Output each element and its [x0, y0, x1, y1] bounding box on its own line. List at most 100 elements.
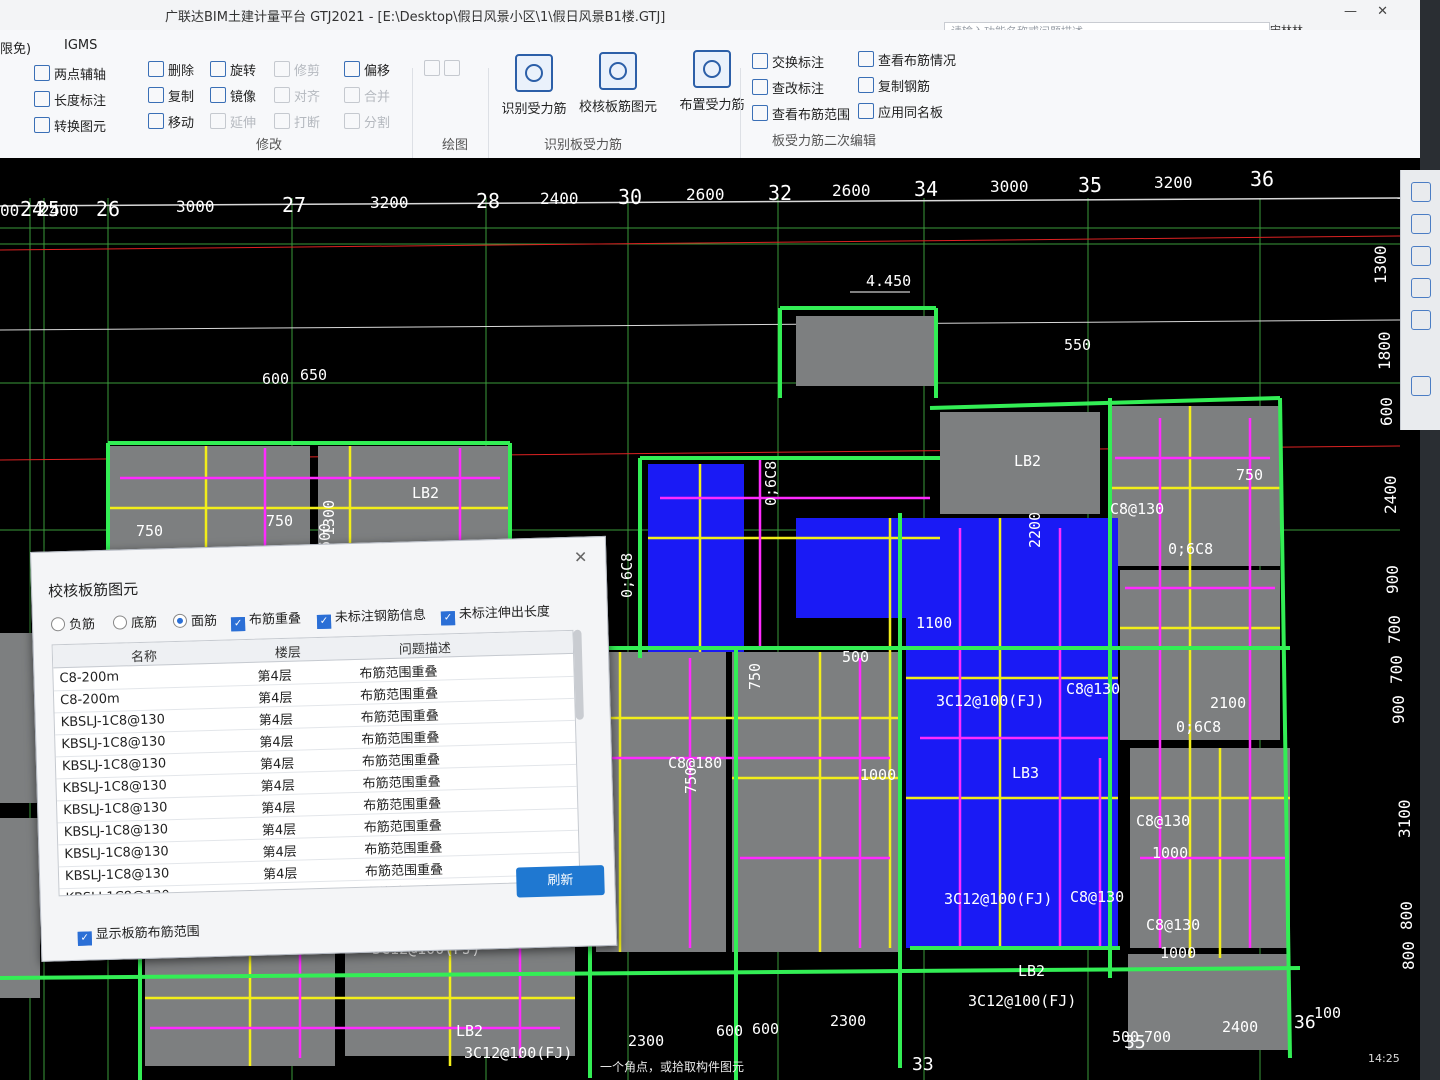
- close-icon[interactable]: ✕: [574, 547, 588, 566]
- dimension-text: 2300: [830, 1012, 866, 1030]
- swap-icon: [752, 53, 768, 69]
- cell-name: KBSLJ-1C8@130: [61, 756, 167, 775]
- rebar-label: LB2: [412, 484, 439, 502]
- view-rebar-status-button[interactable]: 查看布筋情况: [858, 50, 956, 69]
- rebar-label: 1000: [1152, 844, 1188, 862]
- rebar-label: 3C12@100(FJ): [464, 1044, 572, 1062]
- identify-rebar-button[interactable]: 识别受力筋: [498, 54, 570, 117]
- refresh-button[interactable]: 刷新: [516, 865, 605, 898]
- rebar-label: 750: [266, 512, 293, 530]
- 3d-view-icon[interactable]: [1411, 214, 1431, 234]
- extend-icon: [210, 113, 226, 129]
- mirror-button[interactable]: 镜像: [210, 86, 256, 105]
- copy-rebar-icon: [858, 77, 874, 93]
- dimension-text: 2600: [686, 185, 725, 204]
- globe-icon[interactable]: [1411, 182, 1431, 202]
- cell-name: KBSLJ-1C8@130: [63, 800, 168, 819]
- orbit-icon[interactable]: [1411, 310, 1431, 330]
- check-slab-rebar-button[interactable]: 校核板筋图元: [576, 52, 660, 115]
- rebar-label: 2200: [1026, 512, 1044, 548]
- cell-issue: 布筋范围重叠: [363, 818, 443, 836]
- rebar-label: 1100: [916, 614, 952, 632]
- cell-issue: 布筋范围重叠: [364, 840, 443, 858]
- status-prompt: 一个角点，或拾取构件图元: [600, 1060, 745, 1074]
- trim-button[interactable]: 修剪: [274, 60, 320, 79]
- apply-same-name-button[interactable]: 应用同名板: [858, 102, 943, 121]
- dimension-text: 800: [1397, 901, 1416, 930]
- dialog-title: 校核板筋图元: [47, 579, 139, 601]
- offset-button[interactable]: 偏移: [344, 60, 390, 79]
- draw-tools[interactable]: [424, 60, 464, 78]
- two-point-aux-axis-button[interactable]: 两点辅轴: [34, 64, 106, 83]
- dimension-text: 100: [1314, 1004, 1341, 1022]
- checkbox-icon: ✓: [77, 931, 93, 946]
- merge-button[interactable]: 合并: [344, 86, 390, 105]
- place-rebar-button[interactable]: 布置受力筋: [676, 50, 748, 113]
- line-icon: [444, 60, 460, 76]
- dimension-text: 2300: [628, 1032, 664, 1050]
- cell-name: C8-200m: [59, 669, 120, 687]
- axis-label: 35: [1124, 1032, 1146, 1053]
- rebar-label: 0;6C8: [1168, 540, 1213, 558]
- cell-floor: 第4层: [263, 885, 299, 897]
- cell-issue: 布筋范围重叠: [362, 774, 441, 792]
- slab-region: [732, 652, 902, 952]
- edit-annotation-button[interactable]: 查改标注: [752, 78, 824, 97]
- radio-top-rebar[interactable]: 面筋: [172, 610, 217, 630]
- cell-name: KBSLJ-1C8@130: [64, 844, 169, 863]
- swap-annotation-button[interactable]: 交换标注: [752, 52, 824, 71]
- window-controls[interactable]: — ✕: [1344, 4, 1396, 19]
- cell-floor: 第4层: [259, 756, 295, 773]
- extend-button[interactable]: 延伸: [210, 112, 256, 131]
- copy-rebar-button[interactable]: 复制钢筋: [858, 76, 930, 95]
- igms-button[interactable]: IGMS: [64, 38, 97, 53]
- dimension-text: 600: [716, 1022, 743, 1040]
- dimension-text: 2600: [832, 181, 871, 200]
- axis-label: 27: [282, 193, 306, 217]
- dimension-text: 700: [1385, 615, 1404, 644]
- rebar-label: C8@130: [1070, 888, 1124, 906]
- issue-table[interactable]: 名称 楼层 问题描述 C8-200m 第4层 布筋范围重叠 C8-200m 第4层 布筋范…: [51, 629, 581, 897]
- move-button[interactable]: 移动: [148, 112, 194, 131]
- rebar-label: C8@130: [1146, 916, 1200, 934]
- show-range-checkbox[interactable]: ✓ 显示板筋布筋范围: [77, 920, 200, 946]
- pan-icon[interactable]: [1411, 278, 1431, 298]
- cell-issue: 布筋范围重叠: [361, 752, 441, 770]
- length-dimension-button[interactable]: 长度标注: [34, 90, 106, 109]
- rebar-label: LB2: [1018, 962, 1045, 980]
- slab-region: [145, 946, 335, 1066]
- axis-label: 30: [618, 185, 642, 209]
- break-button[interactable]: 打断: [274, 112, 320, 131]
- cube-icon[interactable]: [1411, 246, 1431, 266]
- radio-selected-icon: [172, 613, 188, 629]
- split-button[interactable]: 分割: [344, 112, 390, 131]
- dimension-icon: [34, 91, 50, 107]
- scrollbar[interactable]: [573, 629, 584, 720]
- view-range-button[interactable]: 查看布筋范围: [752, 104, 850, 123]
- rebar-label: 0;6C8: [618, 553, 636, 598]
- rebar-label: 3C12@100(FJ): [944, 890, 1052, 908]
- edit-label-icon: [752, 79, 768, 95]
- checkbox-icon: ✓: [316, 614, 332, 630]
- cell-issue: 布筋范围重叠: [363, 796, 442, 814]
- point-icon: [424, 60, 440, 76]
- rotate-button[interactable]: 旋转: [210, 60, 256, 79]
- check-unlabeled-length[interactable]: ✓ 未标注伸出长度: [440, 601, 551, 626]
- radio-negative-rebar[interactable]: 负筋: [50, 613, 95, 633]
- align-button[interactable]: 对齐: [274, 86, 320, 105]
- trash-icon: [148, 61, 164, 77]
- ribbon-toolbar: 限免) IGMS 两点辅轴 长度标注 转换图元 删除 复制 移动 旋转 镜像 延…: [0, 30, 1420, 178]
- modify-group-label: 修改: [256, 138, 283, 153]
- rebar-label: 750: [746, 663, 764, 690]
- check-overlap[interactable]: ✓ 布筋重叠: [230, 607, 302, 632]
- rebar-label: C8@130: [1110, 500, 1164, 518]
- delete-button[interactable]: 删除: [148, 60, 194, 79]
- two-point-axis-icon: [34, 65, 50, 81]
- rebar-label: 500: [842, 648, 869, 666]
- check-unlabeled-info[interactable]: ✓ 未标注钢筋信息: [316, 604, 427, 630]
- cell-name: KBSLJ-1C8@130: [60, 712, 166, 731]
- radio-bottom-rebar[interactable]: 底筋: [112, 611, 157, 631]
- convert-element-button[interactable]: 转换图元: [34, 116, 106, 135]
- copy-button[interactable]: 复制: [148, 86, 194, 105]
- layers-icon[interactable]: [1411, 376, 1431, 396]
